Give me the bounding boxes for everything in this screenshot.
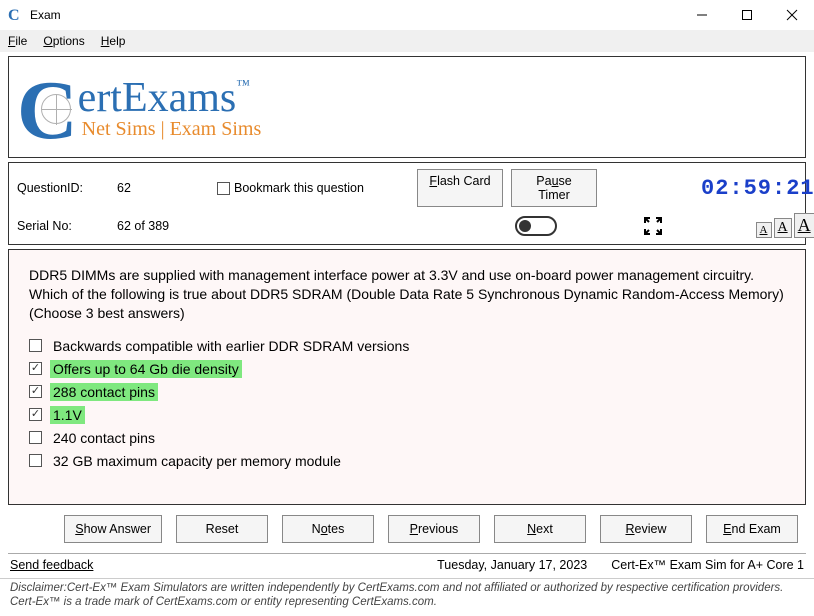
- status-bar: Send feedback Tuesday, January 17, 2023 …: [8, 553, 806, 576]
- option-text: Backwards compatible with earlier DDR SD…: [50, 337, 412, 355]
- minimize-button[interactable]: [679, 0, 724, 30]
- window-controls: [679, 0, 814, 30]
- option-row[interactable]: Backwards compatible with earlier DDR SD…: [29, 337, 785, 355]
- option-checkbox[interactable]: [29, 339, 42, 352]
- maximize-button[interactable]: [724, 0, 769, 30]
- info-bar: QuestionID: 62 Bookmark this question Fl…: [8, 162, 806, 245]
- disclaimer-text: Disclaimer:Cert-Ex™ Exam Simulators are …: [0, 578, 814, 614]
- flash-card-rest: lash Card: [437, 174, 491, 188]
- option-text: 288 contact pins: [50, 383, 158, 401]
- option-text: 32 GB maximum capacity per memory module: [50, 452, 344, 470]
- option-checkbox[interactable]: [29, 385, 42, 398]
- dark-mode-toggle[interactable]: [515, 216, 557, 236]
- question-text: DDR5 DIMMs are supplied with management …: [29, 266, 785, 323]
- send-feedback-link[interactable]: Send feedback: [10, 558, 93, 572]
- option-row[interactable]: Offers up to 64 Gb die density: [29, 360, 785, 378]
- title-bar: C Exam: [0, 0, 814, 30]
- option-row[interactable]: 1.1V: [29, 406, 785, 424]
- bookmark-label: Bookmark this question: [234, 181, 364, 195]
- logo-letter-c: C: [17, 82, 78, 141]
- menu-options[interactable]: Options: [43, 34, 84, 48]
- product-name: Cert-Ex™ Exam Sim for A+ Core 1: [611, 558, 804, 572]
- notes-button[interactable]: Notes: [282, 515, 374, 543]
- previous-button[interactable]: Previous: [388, 515, 480, 543]
- end-exam-button[interactable]: End Exam: [706, 515, 798, 543]
- serial-value: 62 of 389: [117, 219, 217, 233]
- logo-panel: C ertExams™ Net Sims | Exam Sims: [8, 56, 806, 158]
- options-list: Backwards compatible with earlier DDR SD…: [29, 337, 785, 470]
- logo-subtitle: Net Sims | Exam Sims: [82, 118, 262, 141]
- status-date: Tuesday, January 17, 2023: [437, 558, 587, 572]
- menu-file[interactable]: File: [8, 34, 27, 48]
- option-text: Offers up to 64 Gb die density: [50, 360, 242, 378]
- review-button[interactable]: Review: [600, 515, 692, 543]
- logo-text: ertExams™: [78, 74, 262, 122]
- bookmark-checkbox[interactable]: [217, 182, 230, 195]
- menu-bar: File Options Help: [0, 30, 814, 52]
- reset-button[interactable]: Reset: [176, 515, 268, 543]
- font-size-large[interactable]: A: [794, 213, 814, 238]
- question-panel: DDR5 DIMMs are supplied with management …: [8, 249, 806, 505]
- question-id-label: QuestionID:: [17, 181, 117, 195]
- show-answer-button[interactable]: Show Answer: [64, 515, 162, 543]
- option-text: 240 contact pins: [50, 429, 158, 447]
- font-size-small[interactable]: A: [756, 222, 772, 238]
- option-row[interactable]: 32 GB maximum capacity per memory module: [29, 452, 785, 470]
- flash-card-button[interactable]: Flash Card: [417, 169, 503, 207]
- font-size-medium[interactable]: A: [774, 218, 792, 238]
- option-checkbox[interactable]: [29, 408, 42, 421]
- close-button[interactable]: [769, 0, 814, 30]
- timer-display: 02:59:21: [701, 176, 814, 201]
- option-checkbox[interactable]: [29, 431, 42, 444]
- window-title: Exam: [30, 8, 61, 22]
- action-button-row: Show Answer Reset Notes Previous Next Re…: [0, 511, 814, 547]
- option-checkbox[interactable]: [29, 454, 42, 467]
- serial-label: Serial No:: [17, 219, 117, 233]
- fullscreen-button[interactable]: [605, 217, 701, 235]
- pause-timer-button[interactable]: Pause Timer: [511, 169, 597, 207]
- app-icon: C: [8, 7, 24, 23]
- option-text: 1.1V: [50, 406, 85, 424]
- option-row[interactable]: 288 contact pins: [29, 383, 785, 401]
- next-button[interactable]: Next: [494, 515, 586, 543]
- option-row[interactable]: 240 contact pins: [29, 429, 785, 447]
- menu-help[interactable]: Help: [101, 34, 126, 48]
- option-checkbox[interactable]: [29, 362, 42, 375]
- question-id-value: 62: [117, 181, 217, 195]
